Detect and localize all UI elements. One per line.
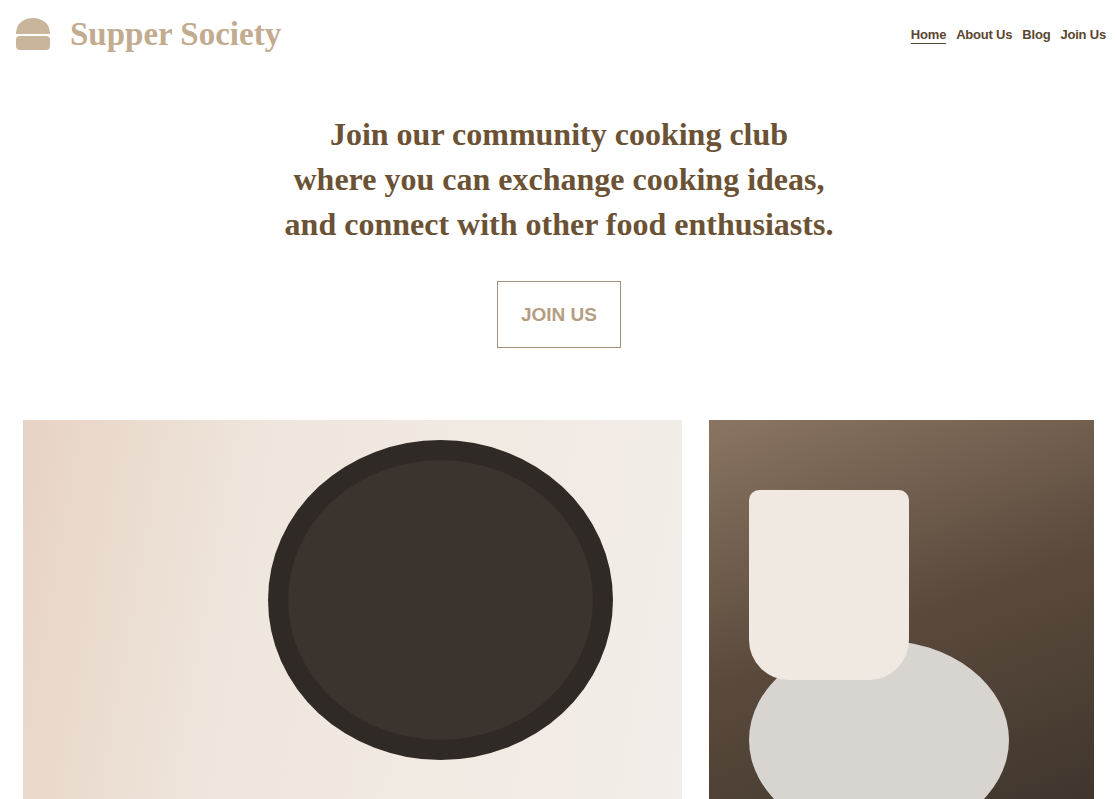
hero-line: and connect with other food enthusiasts. — [285, 202, 834, 247]
nav-link[interactable]: Home — [911, 25, 946, 44]
hero-line: Join our community cooking club — [285, 112, 834, 157]
main-nav: Home About Us Blog Join Us — [911, 25, 1106, 44]
logo-text: Supper Society — [70, 16, 281, 53]
logo-icon — [14, 17, 52, 51]
photo-gallery — [0, 348, 1118, 799]
hero-title: Join our community cooking clubwhere you… — [285, 112, 834, 247]
nav-link[interactable]: About Us — [956, 25, 1012, 44]
nav-link[interactable]: Join Us — [1060, 25, 1106, 44]
site-header: Supper Society Home About Us Blog Join Us — [0, 0, 1118, 68]
cup — [749, 490, 909, 680]
nav-link[interactable]: Blog — [1022, 25, 1050, 44]
hero-line: where you can exchange cooking ideas, — [285, 157, 834, 202]
muffins-photo[interactable] — [23, 420, 682, 799]
brand-logo[interactable]: Supper Society — [14, 16, 281, 53]
coffee-photo[interactable] — [709, 420, 1094, 799]
plate-inner — [288, 460, 593, 740]
join-button[interactable]: JOIN US — [497, 281, 621, 348]
hero-section: Join our community cooking clubwhere you… — [0, 68, 1118, 348]
plate — [268, 440, 613, 760]
